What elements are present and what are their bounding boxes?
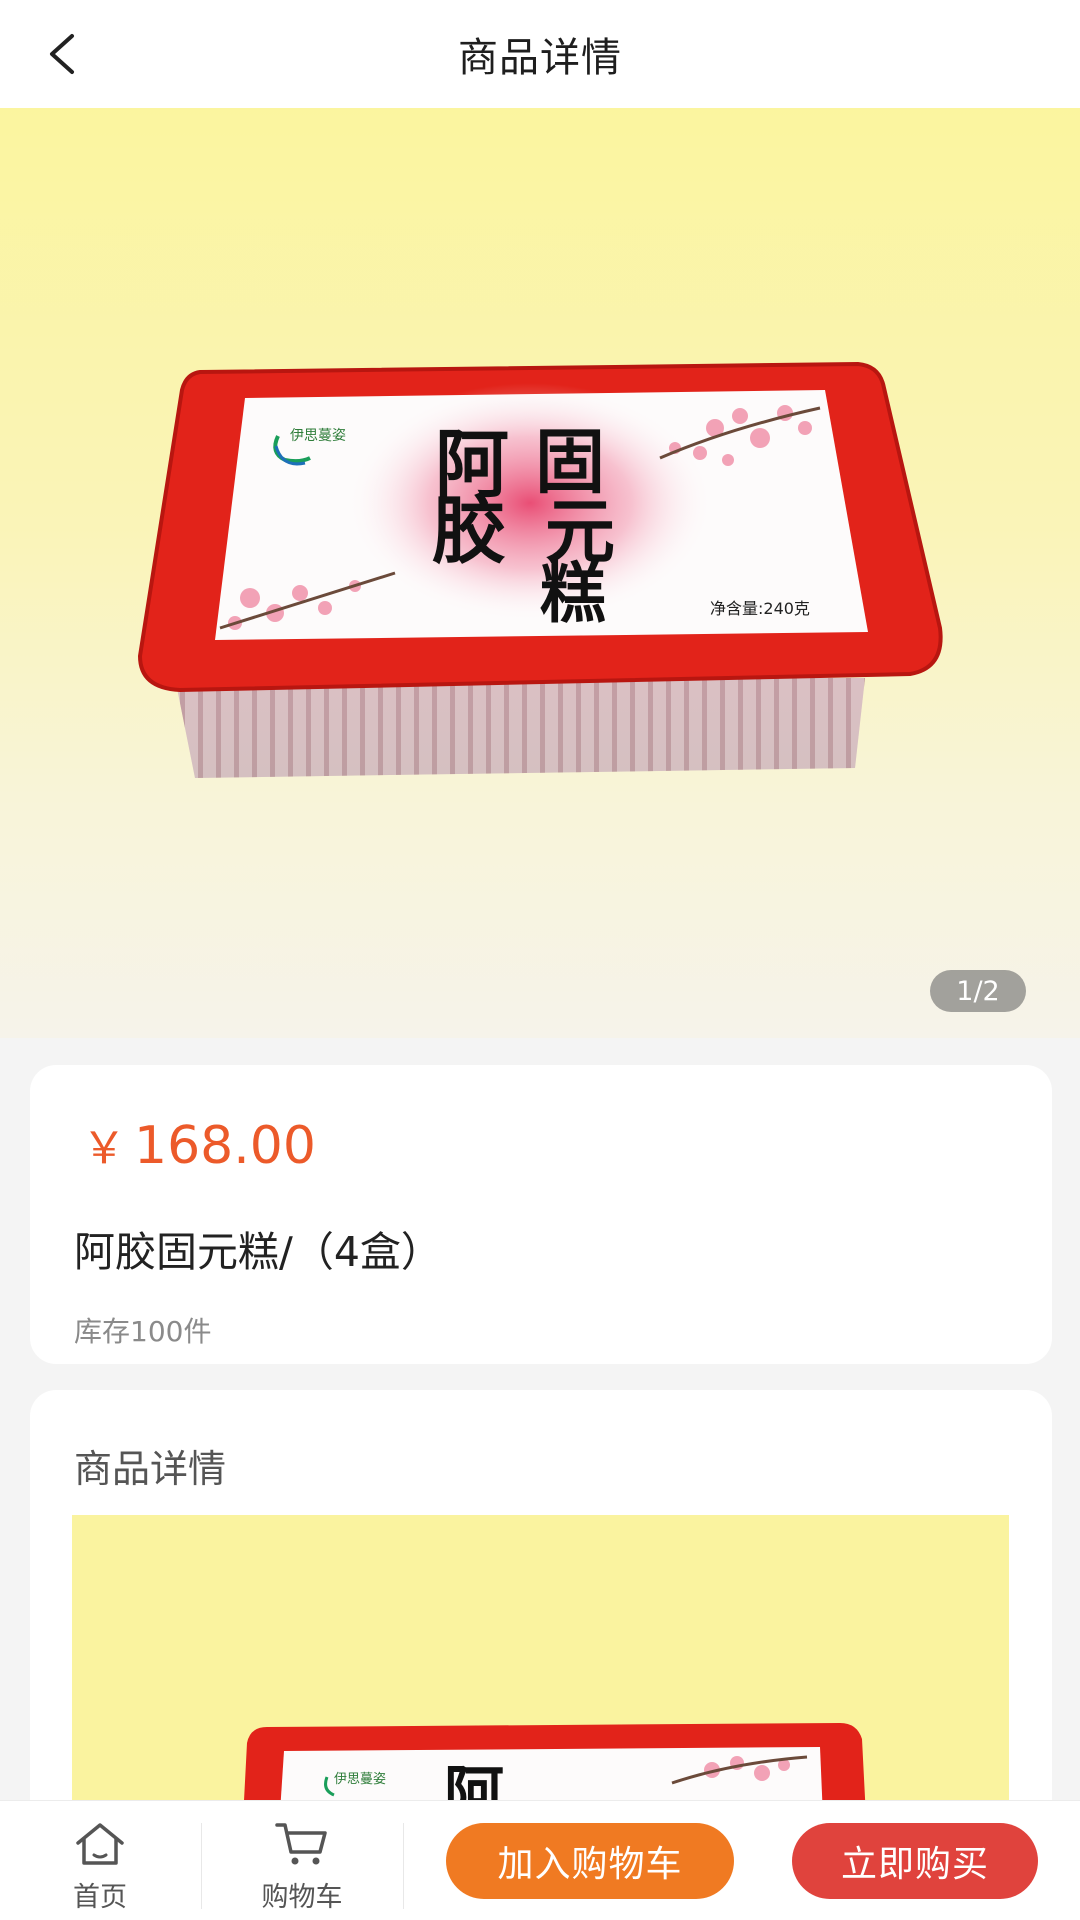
nav-divider bbox=[403, 1823, 404, 1909]
page-title: 商品详情 bbox=[458, 35, 622, 81]
buy-now-button[interactable]: 立即购买 bbox=[792, 1823, 1038, 1899]
nav-home-button[interactable]: 首页 bbox=[0, 1801, 200, 1920]
product-image-carousel[interactable]: 伊思蔓姿 阿 胶 固 元 糕 净含量:240克 1/2 bbox=[0, 108, 1080, 1038]
nav-cart-button[interactable]: 购物车 bbox=[202, 1801, 402, 1920]
box-char-2: 胶 bbox=[432, 488, 506, 574]
product-info-card: ￥ 168.00 阿胶固元糕/（4盒） 库存100件 bbox=[30, 1065, 1052, 1364]
stock-count: 库存100件 bbox=[74, 1315, 212, 1348]
cart-icon bbox=[275, 1823, 327, 1865]
box-char-5: 糕 bbox=[540, 554, 606, 632]
product-image: 伊思蔓姿 阿 胶 固 元 糕 净含量:240克 bbox=[137, 361, 943, 778]
net-weight-label: 净含量:240克 bbox=[710, 599, 810, 618]
bottom-action-bar: 首页 购物车 加入购物车 立即购买 bbox=[0, 1800, 1080, 1920]
nav-home-label: 首页 bbox=[73, 1882, 127, 1913]
top-bar: 商品详情 bbox=[0, 0, 1080, 108]
detail-section-title: 商品详情 bbox=[74, 1447, 227, 1491]
price-value: 168.00 bbox=[134, 1116, 316, 1176]
image-pager-indicator: 1/2 bbox=[930, 970, 1026, 1012]
nav-cart-label: 购物车 bbox=[261, 1882, 343, 1913]
product-name: 阿胶固元糕/（4盒） bbox=[74, 1228, 442, 1276]
brand-logo-text: 伊思蔓姿 bbox=[290, 428, 346, 444]
back-button[interactable] bbox=[34, 26, 90, 82]
detail-brand-text: 伊思蔓姿 bbox=[334, 1771, 386, 1787]
chevron-left-icon bbox=[50, 34, 74, 74]
home-icon bbox=[76, 1823, 124, 1865]
product-price: ￥ 168.00 bbox=[82, 1112, 316, 1176]
add-to-cart-button[interactable]: 加入购物车 bbox=[446, 1823, 734, 1899]
currency-symbol: ￥ bbox=[82, 1123, 126, 1174]
